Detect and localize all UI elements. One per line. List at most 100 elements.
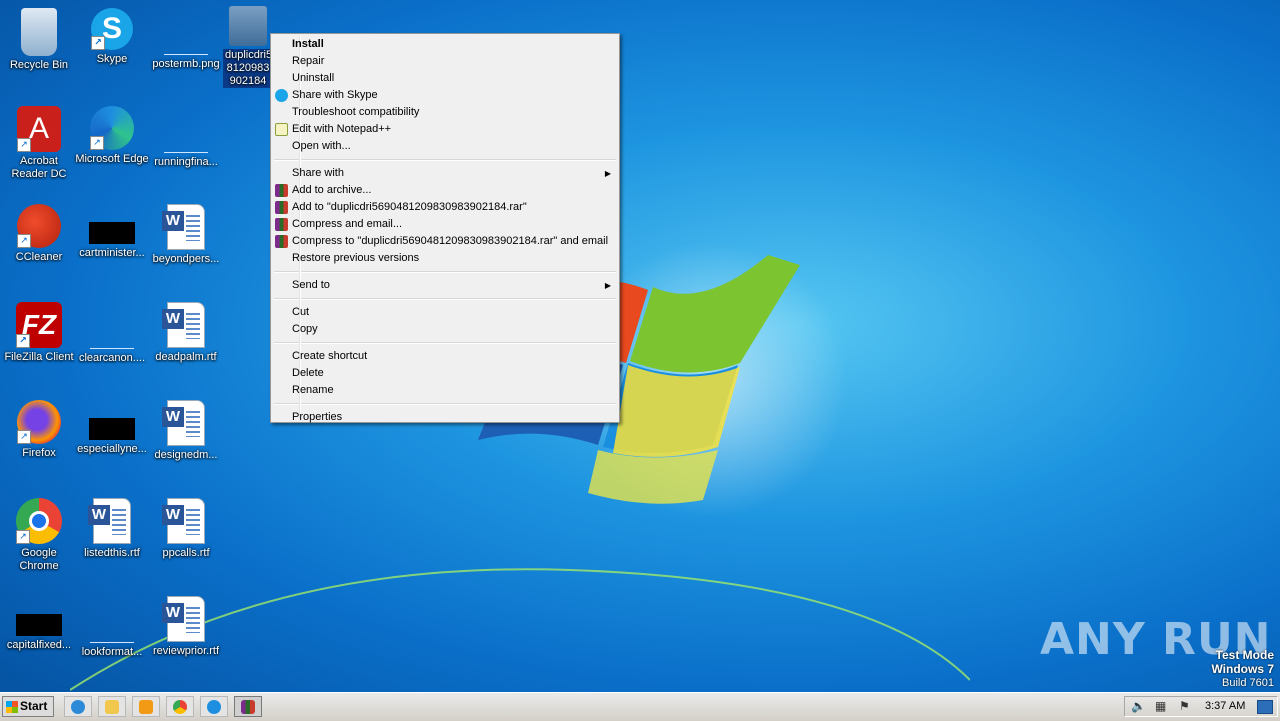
menu-item-install[interactable]: Install xyxy=(273,36,617,53)
shortcut-arrow-icon: ↗ xyxy=(16,530,30,544)
winrar-icon xyxy=(275,184,288,197)
desktop-icon-lookformat[interactable]: lookformat... xyxy=(73,596,151,659)
word-doc-icon: W xyxy=(162,204,205,250)
menu-item-cut[interactable]: Cut xyxy=(273,304,617,321)
desktop-icon-label: cartminister... xyxy=(79,247,145,259)
shortcut-arrow-icon: ↗ xyxy=(16,334,30,348)
word-doc-icon: W xyxy=(88,498,131,544)
submenu-arrow-icon: ▶ xyxy=(604,169,611,178)
word-doc-icon: W xyxy=(162,302,205,348)
clock[interactable]: 3:37 AM xyxy=(1205,697,1245,716)
desktop-icon-label: beyondpers... xyxy=(152,253,220,265)
desktop-icon-acrobat[interactable]: A ↗ Acrobat Reader DC xyxy=(0,106,78,181)
taskbar: Start 🔈 ▦ ⚑ 3:37 AM xyxy=(0,692,1280,721)
menu-item-add-to-rar[interactable]: Add to "duplicdri5690481209830983902184.… xyxy=(273,199,617,216)
menu-item-share-with-skype[interactable]: Share with Skype xyxy=(273,87,617,104)
menu-item-label: Add to archive... xyxy=(292,184,372,196)
desktop-icon-especiallyne[interactable]: especiallyne... xyxy=(73,400,151,456)
menu-item-add-to-archive[interactable]: Add to archive... xyxy=(273,182,617,199)
menu-item-copy[interactable]: Copy xyxy=(273,321,617,338)
edge-icon xyxy=(207,700,221,714)
menu-item-properties[interactable]: Properties xyxy=(273,409,617,426)
taskbar-ie-button[interactable] xyxy=(64,696,92,717)
desktop-icon-chrome[interactable]: ↗ Google Chrome xyxy=(0,498,78,573)
menu-separator xyxy=(274,298,616,300)
taskbar-media-player-button[interactable] xyxy=(132,696,160,717)
taskbar-edge-button[interactable] xyxy=(200,696,228,717)
desktop-icon-firefox[interactable]: ↗ Firefox xyxy=(0,400,78,460)
desktop-icon-label: runningfina... xyxy=(154,156,218,168)
recycle-bin-icon xyxy=(21,8,57,56)
menu-item-label: Rename xyxy=(292,384,334,396)
desktop-icon-deadpalm[interactable]: W deadpalm.rtf xyxy=(147,302,225,364)
chrome-icon: ↗ xyxy=(16,498,62,544)
menu-item-delete[interactable]: Delete xyxy=(273,365,617,382)
desktop-icon-skype[interactable]: S ↗ Skype xyxy=(73,8,151,66)
desktop-icon-filezilla[interactable]: FZ ↗ FileZilla Client xyxy=(0,302,78,364)
desktop-icon-runningfina[interactable]: runningfina... xyxy=(147,106,225,169)
menu-item-edit-notepadpp[interactable]: Edit with Notepad++ xyxy=(273,121,617,138)
desktop-icon-label: Acrobat Reader DC xyxy=(11,155,67,180)
desktop[interactable]: { "desktop_icons": [ {"label": "Recycle … xyxy=(0,0,1280,721)
skype-icon: S ↗ xyxy=(91,8,133,50)
desktop-icon-clearcanon[interactable]: clearcanon.... xyxy=(73,302,151,365)
desktop-icon-designedm[interactable]: W designedm... xyxy=(147,400,225,462)
menu-item-label: Install xyxy=(292,38,324,50)
menu-item-restore-previous[interactable]: Restore previous versions xyxy=(273,250,617,267)
desktop-icon-reviewprior[interactable]: W reviewprior.rtf xyxy=(147,596,225,658)
file-icon xyxy=(89,222,135,244)
desktop-icon-label: CCleaner xyxy=(15,251,63,263)
menu-item-compress-to-rar-email[interactable]: Compress to "duplicdri569048120983098390… xyxy=(273,233,617,250)
start-button[interactable]: Start xyxy=(2,696,54,717)
desktop-icon-label: FileZilla Client xyxy=(4,351,74,363)
desktop-icon-label: Google Chrome xyxy=(19,547,59,572)
winrar-icon xyxy=(241,700,255,714)
desktop-icon-ppcalls[interactable]: W ppcalls.rtf xyxy=(147,498,225,560)
desktop-icon-recycle-bin[interactable]: Recycle Bin xyxy=(0,8,78,72)
network-icon[interactable]: ▦ xyxy=(1155,700,1169,713)
action-center-flag-icon[interactable]: ⚑ xyxy=(1179,700,1193,713)
volume-icon[interactable]: 🔈 xyxy=(1131,700,1146,713)
show-desktop-icon[interactable] xyxy=(1257,700,1273,714)
desktop-icon-cartminister[interactable]: cartminister... xyxy=(73,204,151,260)
desktop-icon-label: Recycle Bin xyxy=(9,59,69,71)
desktop-icon-edge[interactable]: ↗ Microsoft Edge xyxy=(73,106,151,166)
shortcut-arrow-icon: ↗ xyxy=(90,136,104,150)
skype-icon xyxy=(275,89,288,102)
desktop-icon-postermb[interactable]: postermb.png xyxy=(147,8,225,71)
menu-item-label: Send to xyxy=(292,279,330,291)
word-doc-icon: W xyxy=(162,498,205,544)
explorer-icon xyxy=(105,700,119,714)
menu-item-troubleshoot[interactable]: Troubleshoot compatibility xyxy=(273,104,617,121)
taskbar-winrar-button[interactable] xyxy=(234,696,262,717)
desktop-icon-installer[interactable]: duplicdri5 8120983 902184 xyxy=(223,6,273,88)
desktop-icon-label: ppcalls.rtf xyxy=(162,547,210,559)
desktop-icon-beyondpers[interactable]: W beyondpers... xyxy=(147,204,225,266)
taskbar-chrome-button[interactable] xyxy=(166,696,194,717)
desktop-icon-label: duplicdri5 8120983 902184 xyxy=(223,49,273,88)
desktop-icon-capitalfixed[interactable]: capitalfixed... xyxy=(0,596,78,652)
installer-icon xyxy=(229,6,267,46)
test-mode-watermark: Test Mode Windows 7 Build 7601 xyxy=(1211,648,1274,690)
desktop-icon-listedthis[interactable]: W listedthis.rtf xyxy=(73,498,151,560)
system-tray: 🔈 ▦ ⚑ 3:37 AM xyxy=(1124,696,1278,717)
menu-item-uninstall[interactable]: Uninstall xyxy=(273,70,617,87)
menu-item-compress-and-email[interactable]: Compress and email... xyxy=(273,216,617,233)
menu-item-open-with[interactable]: Open with... xyxy=(273,138,617,155)
menu-item-rename[interactable]: Rename xyxy=(273,382,617,399)
desktop-icon-ccleaner[interactable]: ↗ CCleaner xyxy=(0,204,78,264)
menu-item-create-shortcut[interactable]: Create shortcut xyxy=(273,348,617,365)
notepadpp-icon xyxy=(275,123,288,136)
acrobat-icon: A ↗ xyxy=(17,106,61,152)
menu-item-repair[interactable]: Repair xyxy=(273,53,617,70)
menu-item-label: Troubleshoot compatibility xyxy=(292,106,420,118)
menu-item-label: Share with xyxy=(292,167,344,179)
desktop-icon-label: deadpalm.rtf xyxy=(155,351,217,363)
menu-item-label: Share with Skype xyxy=(292,89,378,101)
file-icon xyxy=(164,126,208,153)
file-icon xyxy=(16,614,62,636)
word-doc-icon: W xyxy=(162,400,205,446)
menu-item-share-with[interactable]: Share with ▶ xyxy=(273,165,617,182)
taskbar-explorer-button[interactable] xyxy=(98,696,126,717)
menu-item-send-to[interactable]: Send to ▶ xyxy=(273,277,617,294)
